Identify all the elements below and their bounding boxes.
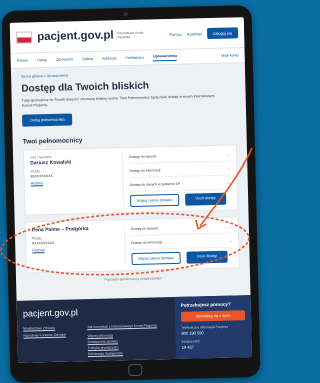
history-link[interactable]: Historia	[32, 246, 124, 252]
chevron-down-icon: ⌄	[227, 152, 231, 157]
id-value: 8XXXXXXXXX	[30, 173, 53, 179]
help-number[interactable]: 800 190 590	[181, 329, 245, 336]
page-title: Dostęp dla Twoich bliskich	[21, 80, 150, 95]
permission-row[interactable]: Dostęp do danych ⌄	[130, 222, 232, 237]
nav-item[interactable]: Usługi	[37, 58, 47, 62]
my-account-link[interactable]: Moje konto	[221, 53, 239, 57]
edit-access-button[interactable]: Edytuj zakres dostępu	[131, 251, 182, 266]
help-number[interactable]: 19 457	[182, 343, 246, 350]
nav-item-active[interactable]: Upoważnienia	[152, 53, 178, 61]
revoke-access-button[interactable]: Usuń dostęp	[186, 250, 228, 264]
help-title: Potrzebujesz pomocy?	[180, 301, 231, 308]
contrast-link[interactable]: Kontrast	[187, 31, 202, 36]
poland-flag-icon	[16, 31, 33, 44]
permission-label: Dostęp do danych	[130, 226, 159, 232]
chevron-down-icon: ⌄	[228, 224, 232, 229]
nav-item[interactable]: Zdrowotne	[56, 57, 73, 61]
footer-link[interactable]: Narodowy Fundusz Zdrowia	[23, 333, 65, 338]
history-link[interactable]: Historia	[31, 179, 123, 185]
camera	[123, 12, 128, 17]
home-button[interactable]	[128, 363, 143, 377]
footer-link[interactable]: Deklaracja dostępności	[88, 351, 123, 356]
footer: pacjent.gov.pl Ministerstwo Zdrowia Naro…	[16, 295, 253, 363]
nav-item[interactable]: Zadbaj	[82, 57, 93, 61]
chevron-down-icon: ⌄	[229, 238, 233, 243]
permission-row[interactable]: Dostęp do informacji ⌄	[131, 236, 233, 251]
permission-row[interactable]: Dostęp do danych ⌄	[128, 150, 231, 165]
edit-access-button[interactable]: Edytuj zakres dostępu	[130, 193, 180, 208]
help-panel: Potrzebujesz pomocy? Skontaktuj się z na…	[174, 295, 253, 359]
nav-item[interactable]: Profilaktyka	[125, 56, 144, 60]
nav-item[interactable]: Aplikacja	[102, 56, 116, 60]
info-note: Poprzedni pełnomocnicy zostali usunięci	[104, 276, 162, 282]
permission-label: Dostęp do informacji	[131, 240, 163, 246]
site-logo-sub: Internetowe Konto Pacjenta	[117, 30, 144, 40]
proxy-card: Imię i nazwisko Dariusz Kowalski PESEL 8…	[22, 144, 239, 216]
page-lead: Tutaj upoważnisz do Twoich danych i info…	[21, 93, 215, 108]
screen: pacjent.gov.pl Internetowe Konto Pacjent…	[9, 17, 253, 363]
permission-label: Dostęp do danych w systemie ZP	[129, 181, 181, 188]
proxy-name: Irena Palme – Podgórka	[31, 226, 89, 234]
help-link[interactable]: Pomoc	[169, 31, 182, 36]
nav-item[interactable]: Porady	[17, 58, 28, 62]
footer-link[interactable]: Jak korzystać z Internetowego Konta Pacj…	[87, 323, 167, 329]
proxy-name: Dariusz Kowalski	[30, 159, 72, 167]
permission-row[interactable]: Dostęp do danych w systemie ZP ⌄	[129, 178, 231, 193]
contact-button[interactable]: Skontaktuj się z nami	[180, 310, 246, 322]
footer-link[interactable]: Dostępność serwisu	[88, 339, 118, 344]
proxy-card: Irena Palme – Podgórka PESEL 8XXXXXXXXX …	[24, 216, 240, 274]
footer-link[interactable]: Ministerstwo Zdrowia	[23, 326, 55, 331]
chevron-down-icon: ⌄	[227, 180, 231, 185]
login-button[interactable]: Zaloguj się	[206, 26, 239, 39]
chevron-down-icon: ⌄	[227, 166, 231, 171]
permission-label: Dostęp do danych	[129, 154, 157, 160]
revoke-access-button[interactable]: Usuń dostęp	[185, 192, 226, 206]
permission-label: Dostęp do informacji	[129, 168, 161, 174]
tablet-device: pacjent.gov.pl Internetowe Konto Pacjent…	[1, 5, 261, 383]
footer-link[interactable]: Więcej informacji	[87, 333, 113, 338]
add-proxy-button[interactable]: Dodaj pełnomocnika	[22, 113, 73, 127]
site-logo[interactable]: pacjent.gov.pl	[37, 29, 114, 43]
id-value: 8XXXXXXXXX	[32, 240, 55, 246]
section-title: Twoi pełnomocnicy	[22, 137, 83, 146]
permission-row[interactable]: Dostęp do informacji ⌄	[129, 164, 231, 179]
footer-link[interactable]: Polityka prywatności	[88, 345, 119, 350]
